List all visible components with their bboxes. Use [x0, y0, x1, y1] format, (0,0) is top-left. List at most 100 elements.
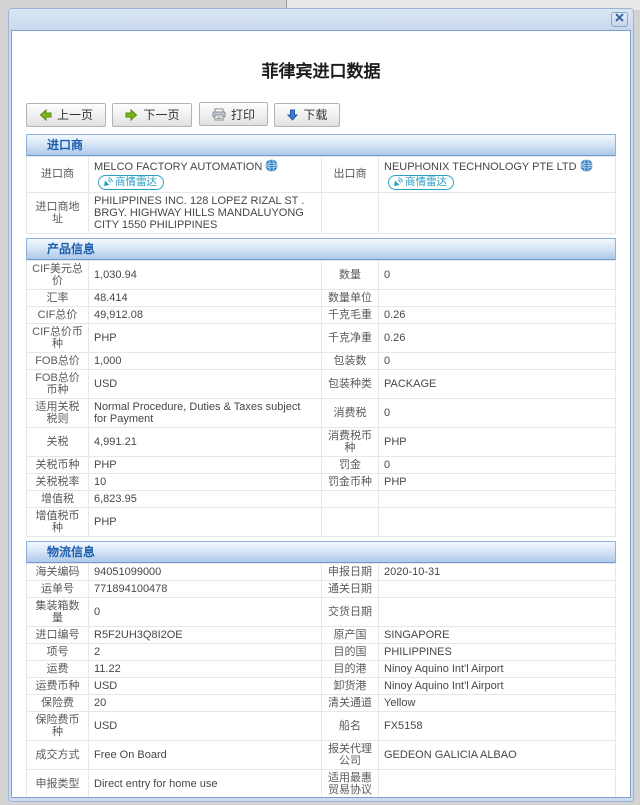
field-value: USD	[89, 369, 322, 398]
section-header: 产品信息	[26, 238, 616, 260]
dialog-titlebar	[9, 9, 633, 30]
field-label: 数量	[322, 260, 379, 289]
globe-icon[interactable]	[580, 163, 593, 175]
table-row: 关税4,991.21消费税币种PHP	[27, 427, 616, 456]
field-label: FOB总价币种	[27, 369, 89, 398]
field-value: 0.26	[379, 306, 616, 323]
field-value: Direct entry for home use	[89, 769, 322, 798]
field-label: 原产国	[322, 626, 379, 643]
field-label: 增值税	[27, 490, 89, 507]
field-value: 11.22	[89, 660, 322, 677]
field-value: 0	[379, 456, 616, 473]
table-row: 项号2目的国PHILIPPINES	[27, 643, 616, 660]
field-label: 包装种类	[322, 369, 379, 398]
field-value: 0	[379, 352, 616, 369]
table-row: 适用关税税则Normal Procedure, Duties & Taxes s…	[27, 398, 616, 427]
download-button[interactable]: 下载	[274, 103, 340, 127]
prev-page-button[interactable]: 上一页	[26, 103, 106, 127]
field-label: 出口商	[322, 156, 379, 192]
field-value: PACKAGE	[379, 369, 616, 398]
arrow-right-icon	[125, 109, 138, 121]
importer-table: 进口商 MELCO FACTORY AUTOMATION商情雷达 出口商 NEU…	[26, 156, 616, 234]
table-row: FOB总价1,000包装数0	[27, 352, 616, 369]
field-value	[379, 769, 616, 798]
field-label: 罚金币种	[322, 473, 379, 490]
field-value: PHP	[89, 456, 322, 473]
field-label: 船名	[322, 711, 379, 740]
field-label: 项号	[27, 643, 89, 660]
field-label: 清关通道	[322, 694, 379, 711]
field-label: 集装箱数量	[27, 597, 89, 626]
logistics-info-table: 海关编码94051099000申报日期2020-10-31运单号77189410…	[26, 563, 616, 799]
field-value: 1,000	[89, 352, 322, 369]
field-value: Free On Board	[89, 740, 322, 769]
exporter-value-cell: NEUPHONIX TECHNOLOGY PTE LTD商情雷达	[379, 156, 616, 192]
print-button[interactable]: 打印	[199, 102, 268, 126]
page-title: 菲律宾进口数据	[26, 57, 616, 82]
field-label: 包装数	[322, 352, 379, 369]
field-label: 汇率	[27, 289, 89, 306]
field-value	[379, 597, 616, 626]
field-value: 0	[379, 260, 616, 289]
field-value	[379, 192, 616, 233]
field-value	[379, 580, 616, 597]
table-row: 运费币种USD卸货港Ninoy Aquino Int'l Airport	[27, 677, 616, 694]
field-value: USD	[89, 677, 322, 694]
field-value: USD	[89, 711, 322, 740]
field-value: PHP	[89, 507, 322, 536]
close-icon[interactable]	[611, 12, 628, 27]
field-label: CIF美元总价	[27, 260, 89, 289]
business-radar-badge[interactable]: 商情雷达	[388, 175, 454, 190]
import-data-dialog: 菲律宾进口数据 上一页 下一页	[8, 8, 634, 802]
table-row: 运费11.22目的港Ninoy Aquino Int'l Airport	[27, 660, 616, 677]
table-row: 保险费20清关通道Yellow	[27, 694, 616, 711]
field-label: 运费	[27, 660, 89, 677]
field-value: SINGAPORE	[379, 626, 616, 643]
field-label	[322, 490, 379, 507]
arrow-left-icon	[39, 109, 52, 121]
field-value: 49,912.08	[89, 306, 322, 323]
field-label: 关税币种	[27, 456, 89, 473]
table-row: 成交方式Free On Board报关代理公司GEDEON GALICIA AL…	[27, 740, 616, 769]
table-row: FOB总价币种USD包装种类PACKAGE	[27, 369, 616, 398]
globe-icon[interactable]	[265, 163, 278, 175]
table-row: 增值税6,823.95	[27, 490, 616, 507]
field-label: 消费税	[322, 398, 379, 427]
field-label: 报关代理公司	[322, 740, 379, 769]
field-label: FOB总价	[27, 352, 89, 369]
field-value: PHP	[379, 427, 616, 456]
field-label: CIF总价币种	[27, 323, 89, 352]
field-value: FX5158	[379, 711, 616, 740]
field-label: 进口商	[27, 156, 89, 192]
table-row: 集装箱数量0交货日期	[27, 597, 616, 626]
field-value: PHP	[89, 323, 322, 352]
field-label: 运单号	[27, 580, 89, 597]
toolbar: 上一页 下一页	[26, 102, 616, 127]
field-label: 适用关税税则	[27, 398, 89, 427]
section-product-info: 产品信息 CIF美元总价1,030.94数量0汇率48.414数量单位CIF总价…	[26, 238, 616, 537]
field-value: Ninoy Aquino Int'l Airport	[379, 660, 616, 677]
field-value: 771894100478	[89, 580, 322, 597]
field-value: 1,030.94	[89, 260, 322, 289]
field-value: 48.414	[89, 289, 322, 306]
table-row: 关税税率10罚金币种PHP	[27, 473, 616, 490]
table-row: 进口编号R5F2UH3Q8I2OE原产国SINGAPORE	[27, 626, 616, 643]
field-value: Yellow	[379, 694, 616, 711]
field-label: 目的国	[322, 643, 379, 660]
field-label: 运费币种	[27, 677, 89, 694]
field-value: GEDEON GALICIA ALBAO	[379, 740, 616, 769]
field-label: 进口编号	[27, 626, 89, 643]
next-page-label: 下一页	[143, 106, 179, 123]
field-label: 关税	[27, 427, 89, 456]
field-value: 10	[89, 473, 322, 490]
field-label: 卸货港	[322, 677, 379, 694]
next-page-button[interactable]: 下一页	[112, 103, 192, 127]
business-radar-badge[interactable]: 商情雷达	[98, 175, 164, 190]
field-label: 千克净重	[322, 323, 379, 352]
table-row: 增值税币种PHP	[27, 507, 616, 536]
field-label: 成交方式	[27, 740, 89, 769]
badge-label: 商情雷达	[115, 176, 157, 189]
field-label: 通关日期	[322, 580, 379, 597]
field-label: 进口商地址	[27, 192, 89, 233]
field-label: 千克毛重	[322, 306, 379, 323]
